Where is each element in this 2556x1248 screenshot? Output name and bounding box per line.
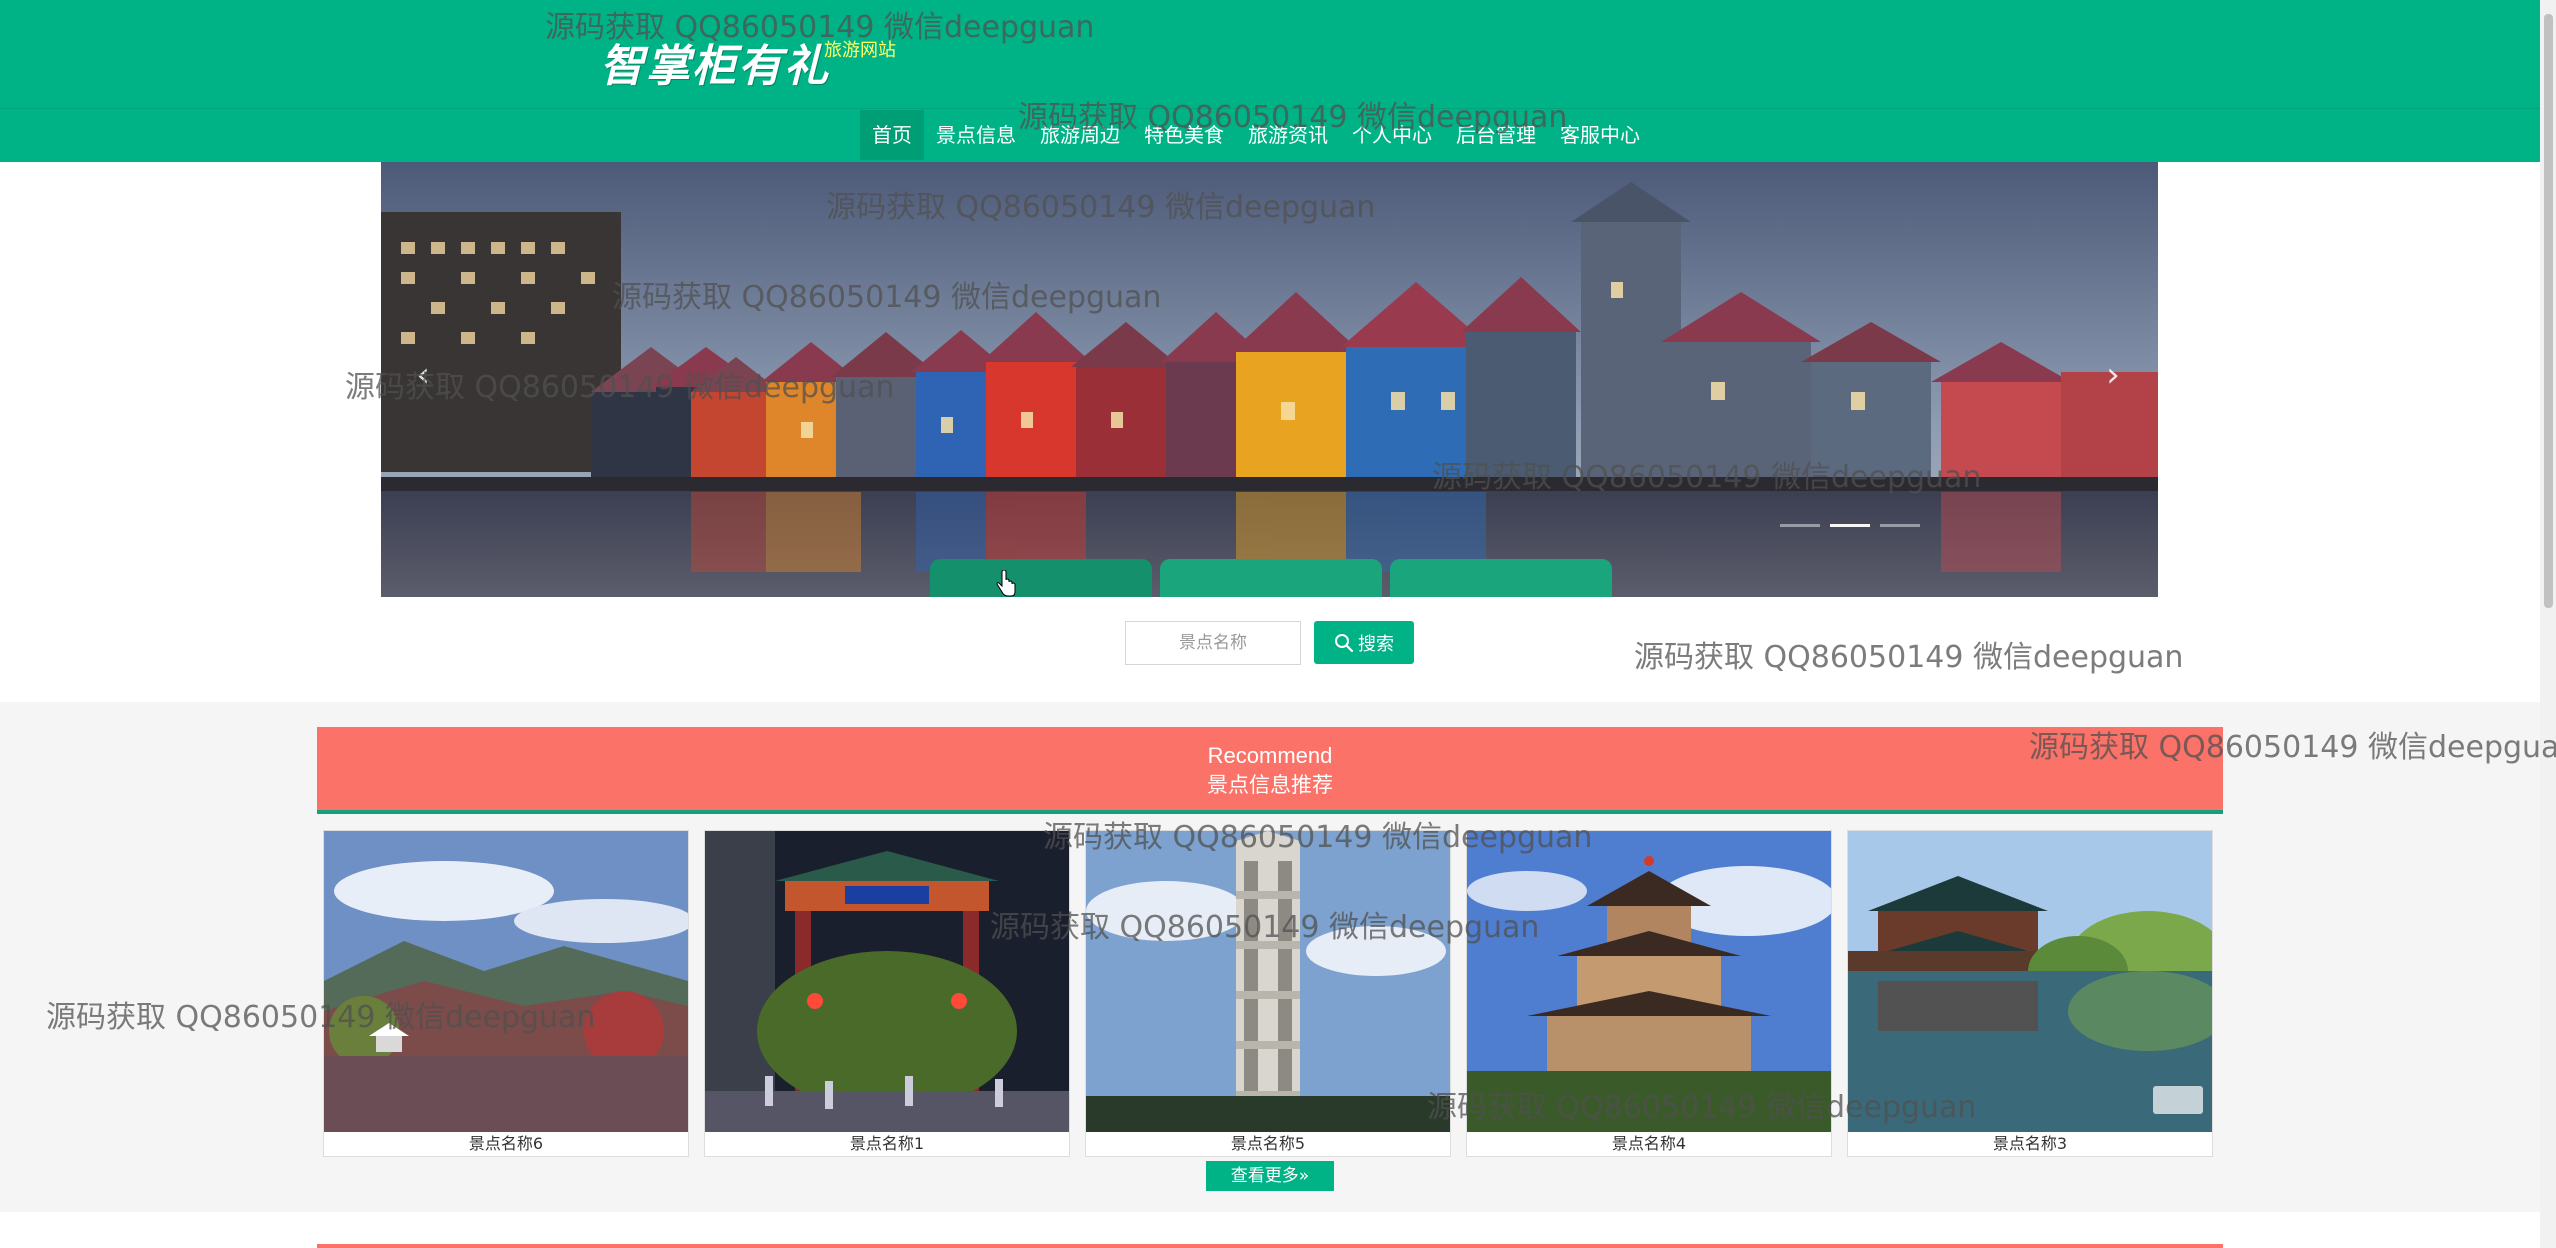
- carousel-tab-1[interactable]: [930, 559, 1152, 597]
- search-button[interactable]: 搜索: [1314, 621, 1414, 664]
- nav-item-travel-news[interactable]: 旅游资讯: [1236, 110, 1340, 160]
- carousel-next-icon[interactable]: ›: [2098, 355, 2128, 395]
- scenic-card[interactable]: 景点名称5: [1085, 830, 1451, 1157]
- scenic-card[interactable]: 景点名称1: [704, 830, 1070, 1157]
- scenic-card-name: 景点名称1: [849, 1134, 925, 1153]
- search-icon: [1335, 633, 1354, 652]
- recommend-title-cn: 景点信息推荐: [1207, 773, 1333, 797]
- carousel-tab-3[interactable]: [1390, 559, 1612, 597]
- scenic-card-name: 景点名称6: [468, 1134, 544, 1153]
- site-logo[interactable]: 智掌柜有礼: [600, 30, 830, 94]
- next-section-header-edge: [317, 1244, 2223, 1248]
- scenic-card-image-stone-monument: [1086, 831, 1450, 1132]
- scenic-card-image-mountain-lake: [324, 831, 688, 1132]
- nav-item-customer-service[interactable]: 客服中心: [1548, 110, 1652, 160]
- recommend-card-list: 景点名称6 景点名称1 景点名称5 景点名称4 景点名称3: [323, 830, 2213, 1157]
- scenic-card-name: 景点名称5: [1230, 1134, 1306, 1153]
- view-more-label: 查看更多: [1230, 1166, 1299, 1186]
- recommend-header: Recommend 景点信息推荐: [317, 727, 2223, 814]
- scenic-card-image-lake-pavilion: [1848, 831, 2212, 1132]
- double-chevron-right-icon: »: [1298, 1166, 1310, 1186]
- hero-carousel[interactable]: [381, 162, 2158, 597]
- carousel-dot-3[interactable]: [1880, 524, 1920, 527]
- site-subtitle: 旅游网站: [824, 40, 896, 61]
- scenic-card-image-pagoda: [1467, 831, 1831, 1132]
- nav-item-user-center[interactable]: 个人中心: [1340, 110, 1444, 160]
- next-section-strip: [0, 1212, 2540, 1248]
- nav-divider: [0, 108, 2540, 109]
- nav-item-scenic-info[interactable]: 景点信息: [924, 110, 1028, 160]
- search-button-label: 搜索: [1358, 633, 1394, 655]
- hand-cursor-icon: [996, 570, 1016, 597]
- nav-item-admin[interactable]: 后台管理: [1444, 110, 1548, 160]
- view-more-button[interactable]: 查看更多»: [1206, 1161, 1334, 1191]
- recommend-title-en: Recommend: [1207, 743, 1333, 768]
- carousel-tabs: [930, 559, 1612, 597]
- scenic-card-image-night-gate: [705, 831, 1069, 1132]
- main-nav: 首页 景点信息 旅游周边 特色美食 旅游资讯 个人中心 后台管理 客服中心: [860, 110, 1652, 160]
- carousel-image-colorful-houses: [381, 162, 2158, 597]
- nav-item-travel-peripheral[interactable]: 旅游周边: [1028, 110, 1132, 160]
- carousel-tab-2[interactable]: [1160, 559, 1382, 597]
- carousel-indicators: [1780, 524, 1920, 527]
- scenic-name-search-input[interactable]: [1125, 621, 1301, 665]
- carousel-dot-1[interactable]: [1780, 524, 1820, 527]
- scenic-card-name: 景点名称4: [1611, 1134, 1687, 1153]
- scenic-card[interactable]: 景点名称6: [323, 830, 689, 1157]
- nav-item-home[interactable]: 首页: [860, 110, 924, 160]
- scenic-card[interactable]: 景点名称3: [1847, 830, 2213, 1157]
- nav-item-local-food[interactable]: 特色美食: [1132, 110, 1236, 160]
- scenic-card[interactable]: 景点名称4: [1466, 830, 1832, 1157]
- scenic-card-name: 景点名称3: [1992, 1134, 2068, 1153]
- carousel-prev-icon[interactable]: ‹: [408, 355, 438, 395]
- carousel-dot-2[interactable]: [1830, 524, 1870, 527]
- page-scrollbar-thumb[interactable]: [2544, 14, 2553, 608]
